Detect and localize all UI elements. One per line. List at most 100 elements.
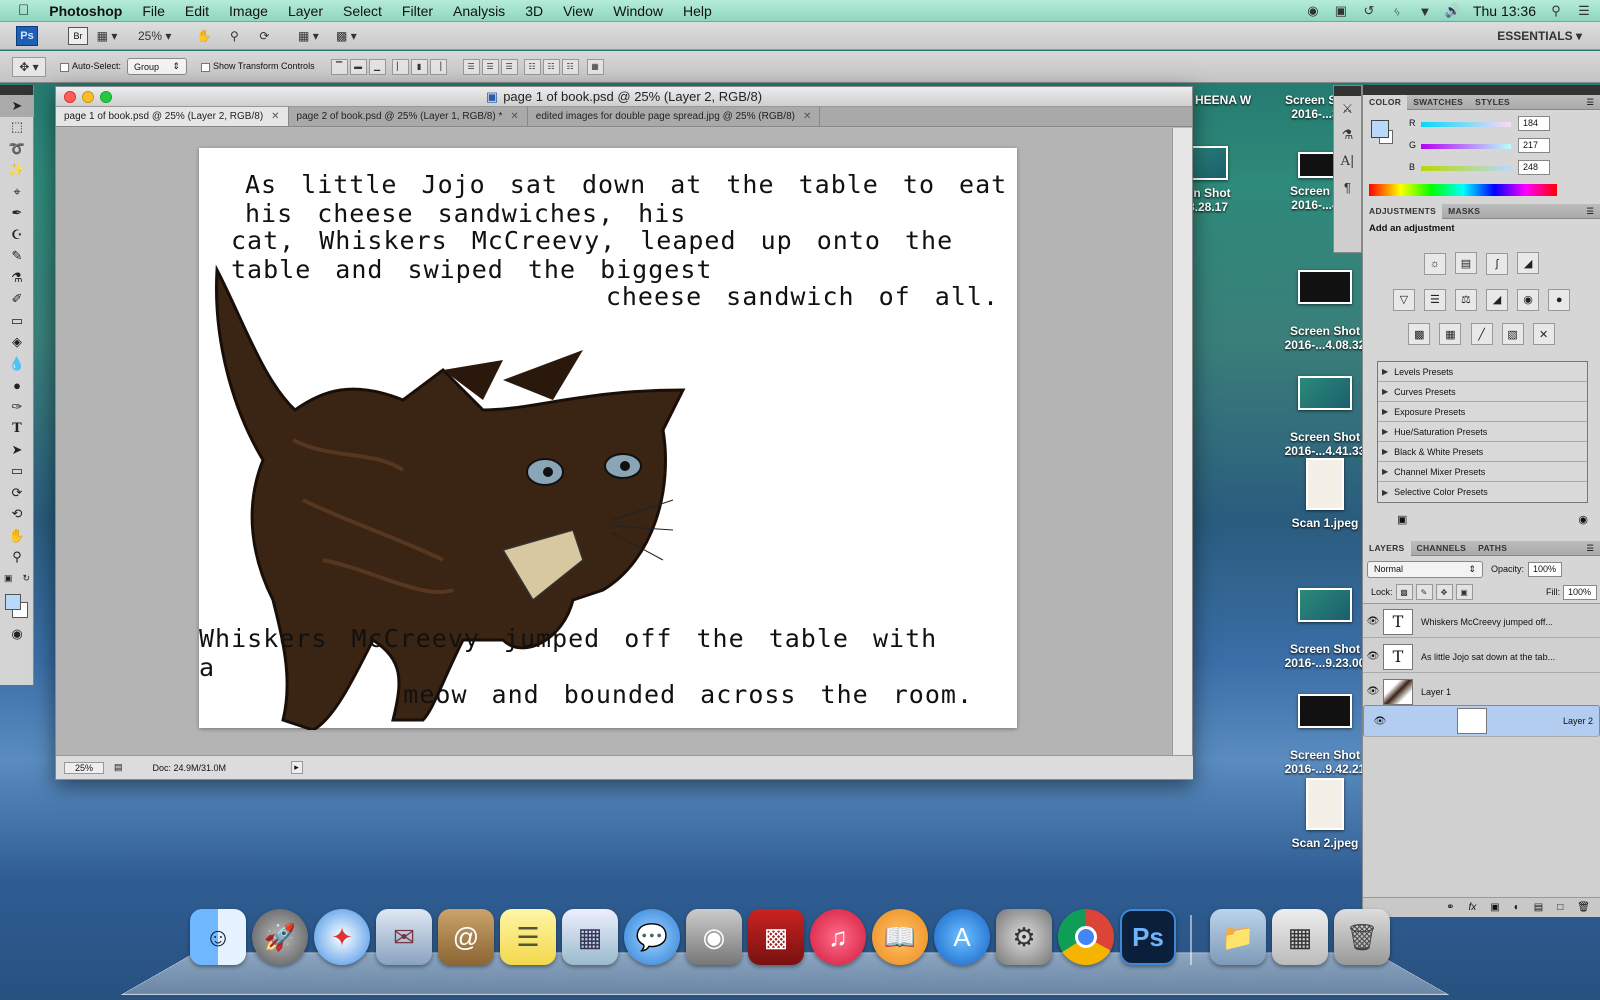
layer-row-selected[interactable]: 👁 Layer 2 xyxy=(1363,705,1600,737)
menu-image[interactable]: Image xyxy=(219,3,278,19)
hand-tool-icon[interactable]: ✋ xyxy=(0,525,34,547)
trash-icon[interactable]: 🗑 xyxy=(1334,909,1390,965)
menu-analysis[interactable]: Analysis xyxy=(443,3,515,19)
brush-tool-icon[interactable]: ✎ xyxy=(0,246,34,268)
new-adjustment-layer-icon[interactable]: ◐ xyxy=(1514,902,1520,913)
gradient-map-icon[interactable]: ▧ xyxy=(1501,323,1524,345)
hand-tool-icon[interactable]: ✋ xyxy=(193,26,215,46)
contacts-icon[interactable]: @ xyxy=(438,909,494,965)
downloads-icon[interactable]: 📁 xyxy=(1210,909,1266,965)
blue-slider[interactable] xyxy=(1421,166,1511,171)
system-preferences-icon[interactable]: ⚙ xyxy=(996,909,1052,965)
default-colors-icon[interactable]: ▣ ↻ xyxy=(0,568,34,590)
align-top-icon[interactable]: ▔ xyxy=(330,58,348,75)
layer-row[interactable]: 👁 Layer 1 xyxy=(1363,676,1600,708)
volume-icon[interactable]: 🔊 xyxy=(1445,3,1461,19)
close-tab-icon[interactable]: ✕ xyxy=(510,111,518,122)
tab-swatches[interactable]: SWATCHES xyxy=(1407,95,1469,110)
blur-tool-icon[interactable]: 💧 xyxy=(0,353,34,375)
status-zoom-field[interactable]: 25% xyxy=(64,761,104,774)
color-panel-fg-swatch[interactable] xyxy=(1371,120,1389,138)
preset-selective-color[interactable]: ▶ Selective Color Presets xyxy=(1378,482,1587,502)
align-right-icon[interactable]: ▕ xyxy=(429,58,447,75)
green-slider[interactable] xyxy=(1421,144,1511,149)
invert-icon[interactable]: ▩ xyxy=(1408,323,1431,345)
tab-paths[interactable]: PATHS xyxy=(1472,541,1513,556)
menu-edit[interactable]: Edit xyxy=(175,3,219,19)
paragraph-panel-icon[interactable]: ¶ xyxy=(1334,174,1361,200)
apple-menu-icon[interactable]:  xyxy=(0,2,39,19)
selective-color-icon[interactable]: ✕ xyxy=(1532,323,1555,345)
panel-menu-icon[interactable]: ☰ xyxy=(1586,543,1594,554)
quick-selection-tool-icon[interactable]: ✨ xyxy=(0,160,34,182)
rotate-view-icon[interactable]: ⟳ xyxy=(253,26,275,46)
add-mask-icon[interactable]: ▣ xyxy=(1490,902,1499,913)
canvas-area[interactable]: As little Jojo sat down at the table to … xyxy=(56,128,1173,756)
tool-presets-icon[interactable]: ⚔ xyxy=(1334,96,1361,122)
tab-page-2[interactable]: page 2 of book.psd @ 25% (Layer 1, RGB/8… xyxy=(289,107,528,126)
menu-layer[interactable]: Layer xyxy=(278,3,333,19)
tab-layers[interactable]: LAYERS xyxy=(1363,540,1411,556)
tab-styles[interactable]: STYLES xyxy=(1469,95,1516,110)
red-slider[interactable] xyxy=(1421,122,1511,127)
launch-bridge-button[interactable]: Br xyxy=(68,26,88,45)
zoom-window-button[interactable] xyxy=(100,91,112,103)
menu-window[interactable]: Window xyxy=(603,3,673,19)
arrange-documents-icon[interactable]: ▦ ▾ xyxy=(297,26,319,46)
posterize-icon[interactable]: ▦ xyxy=(1439,323,1462,345)
show-transform-checkbox[interactable]: Show Transform Controls xyxy=(201,61,315,72)
preset-curves[interactable]: ▶ Curves Presets xyxy=(1378,382,1587,402)
tab-adjustments[interactable]: ADJUSTMENTS xyxy=(1363,203,1443,219)
evernote-status-icon[interactable]: ▣ xyxy=(1333,3,1349,19)
move-tool-preset-icon[interactable]: ✥ ▾ xyxy=(12,56,46,77)
new-layer-icon[interactable]: □ xyxy=(1557,902,1563,913)
workspace-switcher[interactable]: ESSENTIALS ▾ xyxy=(1497,29,1582,43)
preview-icon[interactable]: ▦ xyxy=(562,909,618,965)
time-machine-icon[interactable]: ↺ xyxy=(1361,3,1377,19)
eraser-tool-icon[interactable]: ▭ xyxy=(0,310,34,332)
status-info-icon[interactable]: ▤ xyxy=(114,762,123,773)
visibility-eye-icon[interactable]: 👁 xyxy=(1363,616,1383,627)
align-bottom-icon[interactable]: ▁ xyxy=(368,58,386,75)
expand-view-icon[interactable]: ▣ xyxy=(1397,513,1407,526)
move-tool-icon[interactable]: ➤ xyxy=(0,95,34,117)
character-panel-icon[interactable]: A| xyxy=(1334,148,1361,174)
layer-row[interactable]: 👁 T Whiskers McCreevy jumped off... xyxy=(1363,606,1600,638)
crop-tool-icon[interactable]: ⌖ xyxy=(0,181,34,203)
menu-3d[interactable]: 3D xyxy=(515,3,553,19)
clock[interactable]: Thu 13:36 xyxy=(1473,3,1536,19)
clone-source-icon[interactable]: ⚗ xyxy=(1334,122,1361,148)
photoshop-icon[interactable]: Ps xyxy=(1120,909,1176,965)
menu-file[interactable]: File xyxy=(132,3,175,19)
preset-hue-saturation[interactable]: ▶ Hue/Saturation Presets xyxy=(1378,422,1587,442)
link-layers-icon[interactable]: ⚭ xyxy=(1446,902,1454,913)
color-spectrum-ramp[interactable] xyxy=(1369,184,1557,196)
layer-row[interactable]: 👁 T As little Jojo sat down at the tab..… xyxy=(1363,641,1600,673)
history-brush-tool-icon[interactable]: ✐ xyxy=(0,289,34,311)
visibility-eye-icon[interactable]: 👁 xyxy=(1363,686,1383,697)
clip-to-layer-icon[interactable]: ◉ xyxy=(1578,513,1588,526)
distribute-right-icon[interactable]: ☷ xyxy=(561,58,579,75)
chrome-icon[interactable] xyxy=(1058,909,1114,965)
mail-icon[interactable]: ✉ xyxy=(376,909,432,965)
visibility-eye-icon[interactable]: 👁 xyxy=(1363,651,1383,662)
vertical-scrollbar[interactable] xyxy=(1172,128,1192,756)
document-title-bar[interactable]: ▣ page 1 of book.psd @ 25% (Layer 2, RGB… xyxy=(56,87,1192,107)
lock-position-icon[interactable]: ✥ xyxy=(1435,584,1453,600)
curves-icon[interactable]: ∫ xyxy=(1486,252,1509,275)
document-canvas[interactable]: As little Jojo sat down at the table to … xyxy=(199,148,1017,730)
wifi-icon[interactable]: ▼ xyxy=(1417,3,1433,19)
view-extras-button[interactable]: ▦ ▾ xyxy=(96,26,118,46)
visibility-eye-icon[interactable]: 👁 xyxy=(1370,716,1390,727)
lasso-tool-icon[interactable]: ➰ xyxy=(0,138,34,160)
distribute-bottom-icon[interactable]: ☰ xyxy=(500,58,518,75)
strip-header[interactable] xyxy=(1334,86,1361,96)
messages-icon[interactable]: 💬 xyxy=(624,909,680,965)
dodge-tool-icon[interactable]: ● xyxy=(0,375,34,397)
stack-icon[interactable]: ▦ xyxy=(1272,909,1328,965)
align-hcenter-icon[interactable]: ▮ xyxy=(410,58,428,75)
facetime-icon[interactable]: ◉ xyxy=(686,909,742,965)
status-menu-arrow-icon[interactable]: ▸ xyxy=(290,761,303,774)
zoom-tool-icon[interactable]: ⚲ xyxy=(223,26,245,46)
notes-icon[interactable]: ☰ xyxy=(500,909,556,965)
